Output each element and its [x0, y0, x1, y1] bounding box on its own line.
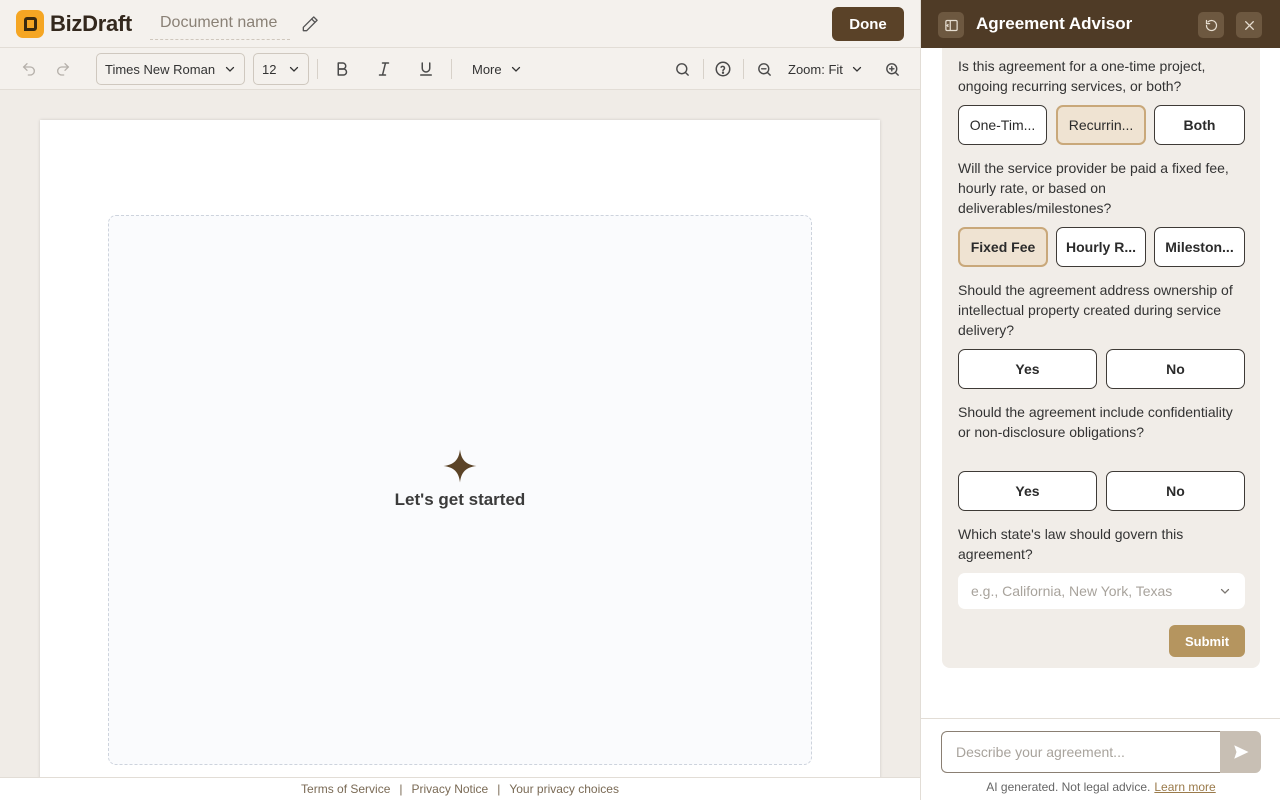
question-project-type: Is this agreement for a one-time project… [958, 58, 1206, 94]
refresh-icon[interactable] [1198, 12, 1224, 38]
option-ip-yes[interactable]: Yes [958, 349, 1097, 389]
sidebar-toggle-icon[interactable] [938, 12, 964, 38]
agreement-advisor-panel: Agreement Advisor Is this agreement for … [920, 0, 1280, 800]
chat-input[interactable]: Describe your agreement... [941, 731, 1221, 773]
question-payment-type: Will the service provider be paid a fixe… [958, 160, 1229, 216]
divider [743, 59, 744, 79]
divider [317, 59, 318, 79]
question-ip-ownership: Should the agreement address ownership o… [958, 282, 1233, 338]
submit-button[interactable]: Submit [1169, 625, 1245, 657]
get-started-text: Let's get started [394, 490, 526, 509]
question-confidentiality: Should the agreement include confidentia… [958, 404, 1233, 440]
footer: Terms of Service | Privacy Notice | Your… [0, 777, 920, 800]
state-placeholder: e.g., California, New York, Texas [971, 583, 1173, 599]
done-button[interactable]: Done [832, 7, 904, 41]
option-ip-no[interactable]: No [1106, 349, 1245, 389]
document-page[interactable]: Let's get started [40, 120, 880, 777]
italic-icon[interactable] [373, 58, 395, 80]
chevron-down-icon [289, 66, 299, 72]
option-confidentiality-no[interactable]: No [1106, 471, 1245, 511]
option-hourly-rate[interactable]: Hourly R... [1056, 227, 1146, 267]
send-button[interactable] [1220, 731, 1261, 773]
panel-title: Agreement Advisor [976, 14, 1133, 33]
help-icon[interactable] [712, 58, 734, 80]
zoom-out-icon[interactable] [753, 58, 775, 80]
more-label: More [472, 61, 502, 77]
option-one-time[interactable]: One-Tim... [958, 105, 1047, 145]
document-canvas: Let's get started [0, 90, 920, 777]
underline-icon[interactable] [415, 58, 437, 80]
font-family-select[interactable]: Times New Roman [96, 53, 245, 85]
chevron-down-icon [511, 66, 520, 72]
send-icon [1233, 745, 1248, 759]
sparkle-icon [443, 449, 477, 483]
questionnaire: Is this agreement for a one-time project… [942, 48, 1260, 668]
document-name-input[interactable]: Document name [150, 10, 290, 40]
option-recurring[interactable]: Recurrin... [1056, 105, 1146, 145]
font-size-value: 12 [262, 61, 277, 77]
close-icon[interactable] [1236, 12, 1262, 38]
formatting-toolbar: Times New Roman 12 More Zoom: Fit [0, 48, 920, 90]
chevron-down-icon [1220, 588, 1230, 594]
get-started: Let's get started [109, 448, 811, 510]
question-governing-law: Which state's law should govern this agr… [958, 526, 1184, 562]
option-both[interactable]: Both [1154, 105, 1245, 145]
pencil-icon[interactable] [300, 14, 320, 34]
undo-icon[interactable] [18, 58, 40, 80]
top-bar: BizDraft Document name Done [0, 0, 920, 48]
disclaimer: AI generated. Not legal advice. Learn mor… [921, 780, 1280, 794]
footer-divider: | [399, 782, 403, 796]
chevron-down-icon [225, 66, 235, 72]
divider [451, 59, 452, 79]
state-select[interactable]: e.g., California, New York, Texas [958, 573, 1245, 609]
more-menu[interactable]: More [466, 53, 528, 85]
font-size-select[interactable]: 12 [253, 53, 309, 85]
disclaimer-text: AI generated. Not legal advice. [986, 780, 1151, 794]
redo-icon[interactable] [52, 58, 74, 80]
option-confidentiality-yes[interactable]: Yes [958, 471, 1097, 511]
search-icon[interactable] [671, 58, 693, 80]
panel-header: Agreement Advisor [921, 0, 1280, 48]
privacy-notice-link[interactable]: Privacy Notice [412, 782, 489, 796]
terms-link[interactable]: Terms of Service [301, 782, 390, 796]
logo[interactable]: BizDraft [16, 10, 132, 38]
option-fixed-fee[interactable]: Fixed Fee [958, 227, 1048, 267]
brand-name: BizDraft [50, 11, 132, 36]
learn-more-link[interactable]: Learn more [1154, 780, 1215, 794]
divider [703, 59, 704, 79]
option-milestones[interactable]: Mileston... [1154, 227, 1245, 267]
zoom-value: Zoom: Fit [788, 61, 843, 77]
privacy-choices-link[interactable]: Your privacy choices [509, 782, 619, 796]
zoom-select[interactable]: Zoom: Fit [784, 53, 867, 85]
bold-icon[interactable] [331, 58, 353, 80]
content-placeholder[interactable]: Let's get started [108, 215, 812, 765]
chevron-down-icon [852, 66, 862, 72]
chat-area: Describe your agreement... AI generated.… [921, 718, 1280, 800]
font-family-value: Times New Roman [105, 61, 216, 77]
zoom-in-icon[interactable] [881, 58, 903, 80]
footer-divider: | [497, 782, 501, 796]
logo-icon [16, 10, 44, 38]
